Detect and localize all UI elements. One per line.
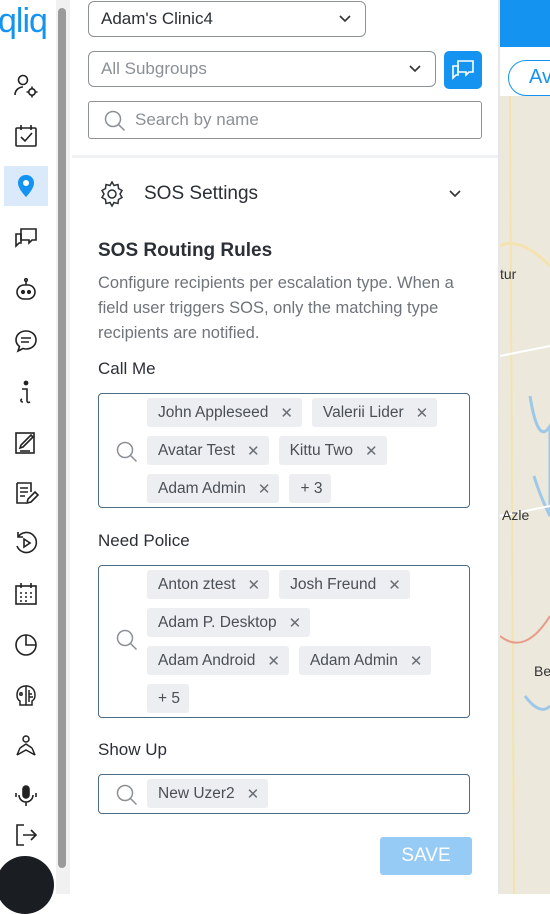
remove-chip-icon[interactable]: ✕ bbox=[248, 576, 261, 594]
chip-label: Avatar Test bbox=[158, 441, 235, 459]
need-police-label: Need Police bbox=[98, 531, 190, 550]
clinic-select-value: Adam's Clinic4 bbox=[101, 9, 213, 28]
recipient-chip: Josh Freund ✕ bbox=[279, 570, 410, 599]
chip-label: New Uzer2 bbox=[158, 784, 235, 802]
clinic-select[interactable]: Adam's Clinic4 bbox=[88, 1, 366, 37]
recipient-chip: Adam Android ✕ bbox=[147, 646, 289, 675]
remove-chip-icon[interactable]: ✕ bbox=[258, 480, 271, 498]
sos-settings-panel: Adam's Clinic4 All Subgroups Search by n… bbox=[72, 0, 498, 894]
search-icon bbox=[104, 110, 126, 132]
routing-rules-description: Configure recipients per escalation type… bbox=[98, 274, 454, 342]
message-icon[interactable] bbox=[4, 321, 48, 361]
logout-icon[interactable] bbox=[4, 815, 48, 855]
recipient-chip: New Uzer2 ✕ bbox=[147, 779, 269, 808]
remove-chip-icon[interactable]: ✕ bbox=[289, 614, 302, 632]
rail-scrollbar-thumb[interactable] bbox=[58, 8, 66, 868]
show-up-recipients-field[interactable]: New Uzer2 ✕ bbox=[98, 774, 470, 814]
save-button[interactable]: SAVE bbox=[380, 837, 472, 875]
more-count: + 3 bbox=[300, 479, 323, 497]
gear-icon bbox=[100, 180, 124, 208]
chevron-down-icon bbox=[449, 190, 461, 198]
app-logo: qliq bbox=[0, 2, 48, 40]
chip-label: Adam Android bbox=[158, 651, 256, 669]
chip-label: Adam Admin bbox=[158, 479, 246, 497]
more-count: + 5 bbox=[158, 689, 180, 707]
ai-brain-icon[interactable] bbox=[4, 676, 48, 716]
map-view-button[interactable]: Av bbox=[508, 60, 550, 96]
chip-label: Anton ztest bbox=[158, 575, 236, 593]
recipient-chip: Valerii Lider ✕ bbox=[311, 398, 438, 427]
show-up-label: Show Up bbox=[98, 740, 167, 759]
recipient-chip: Kittu Two ✕ bbox=[278, 436, 387, 465]
chip-label: Adam P. Desktop bbox=[158, 613, 277, 631]
chip-label: Kittu Two bbox=[289, 441, 354, 459]
recipient-chip: Adam Admin ✕ bbox=[147, 474, 280, 503]
sos-settings-title: SOS Settings bbox=[144, 183, 259, 204]
search-input[interactable]: Search by name bbox=[88, 101, 482, 139]
microphone-icon[interactable] bbox=[4, 776, 48, 816]
remove-chip-icon[interactable]: ✕ bbox=[247, 785, 260, 803]
pie-chart-icon[interactable] bbox=[4, 625, 48, 665]
avatar[interactable] bbox=[0, 856, 54, 914]
remove-chip-icon[interactable]: ✕ bbox=[280, 404, 293, 422]
remove-chip-icon[interactable]: ✕ bbox=[388, 576, 401, 594]
bot-icon[interactable] bbox=[4, 270, 48, 310]
divider bbox=[72, 155, 498, 158]
remove-chip-icon[interactable]: ✕ bbox=[247, 442, 260, 460]
map-view[interactable]: tur Azle Be bbox=[500, 96, 550, 894]
subgroups-select[interactable]: All Subgroups bbox=[88, 51, 436, 87]
remove-chip-icon[interactable]: ✕ bbox=[410, 652, 423, 670]
chip-label: Valerii Lider bbox=[322, 403, 404, 421]
search-icon bbox=[116, 629, 138, 651]
info-icon[interactable] bbox=[4, 372, 48, 412]
person-network-icon[interactable] bbox=[4, 726, 48, 766]
chip-label: Josh Freund bbox=[290, 575, 377, 593]
recipient-chip: Avatar Test ✕ bbox=[147, 436, 269, 465]
chevron-down-icon bbox=[339, 15, 351, 23]
panel-scrollbar[interactable] bbox=[498, 0, 500, 894]
subgroups-select-placeholder: All Subgroups bbox=[101, 59, 207, 78]
recipient-chip: Adam Admin ✕ bbox=[298, 646, 432, 675]
map-roads bbox=[500, 96, 550, 894]
location-pin-icon[interactable] bbox=[4, 166, 48, 206]
form-edit-icon[interactable] bbox=[4, 423, 48, 463]
search-icon bbox=[116, 441, 138, 463]
replay-icon[interactable] bbox=[4, 523, 48, 563]
chevron-down-icon bbox=[409, 65, 421, 73]
nav-rail: qliq bbox=[0, 0, 56, 914]
sos-settings-header[interactable]: SOS Settings bbox=[98, 178, 468, 210]
chat-bubbles-icon bbox=[452, 60, 474, 80]
recipient-chip: John Appleseed ✕ bbox=[147, 398, 302, 427]
recipient-chip: Adam P. Desktop ✕ bbox=[147, 608, 311, 637]
more-recipients-chip[interactable]: + 3 bbox=[289, 474, 332, 503]
chat-button[interactable] bbox=[444, 51, 482, 89]
call-me-label: Call Me bbox=[98, 359, 156, 378]
notes-edit-icon[interactable] bbox=[4, 473, 48, 513]
call-me-recipients-field[interactable]: John Appleseed ✕ Valerii Lider ✕ Avatar Te… bbox=[98, 393, 470, 508]
remove-chip-icon[interactable]: ✕ bbox=[416, 404, 429, 422]
search-placeholder: Search by name bbox=[135, 110, 259, 129]
routing-rules-title: SOS Routing Rules bbox=[98, 240, 273, 261]
need-police-recipients-field[interactable]: Anton ztest ✕ Josh Freund ✕ Adam P. Deskto… bbox=[98, 565, 470, 718]
chip-label: Adam Admin bbox=[309, 651, 398, 669]
user-settings-icon[interactable] bbox=[4, 66, 48, 106]
chat-bubbles-icon[interactable] bbox=[4, 218, 48, 258]
remove-chip-icon[interactable]: ✕ bbox=[267, 652, 280, 670]
calendar-icon[interactable] bbox=[4, 574, 48, 614]
recipient-chip: Anton ztest ✕ bbox=[147, 570, 270, 599]
task-checklist-icon[interactable] bbox=[4, 116, 48, 156]
map-label: Azle bbox=[502, 507, 530, 523]
chip-label: John Appleseed bbox=[158, 403, 269, 421]
search-icon bbox=[116, 784, 138, 806]
map-label: tur bbox=[500, 266, 517, 282]
more-recipients-chip[interactable]: + 5 bbox=[147, 684, 189, 713]
remove-chip-icon[interactable]: ✕ bbox=[365, 442, 378, 460]
map-label: Be bbox=[534, 663, 550, 679]
